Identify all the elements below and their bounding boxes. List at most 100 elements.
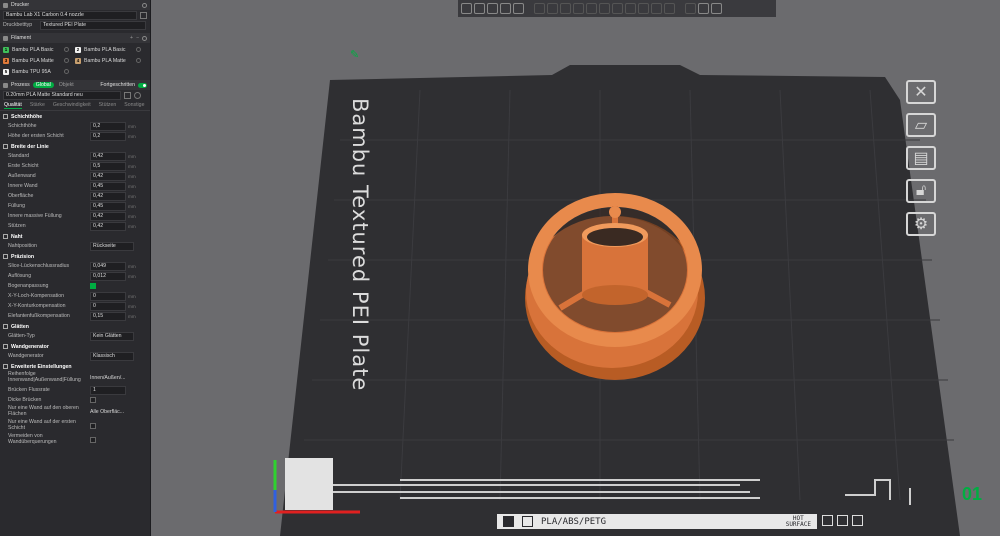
split-icon[interactable]: [513, 3, 524, 14]
cut-icon[interactable]: [586, 3, 597, 14]
scale-icon[interactable]: [573, 3, 584, 14]
tab-4[interactable]: Sonstige: [124, 102, 144, 108]
setting-select[interactable]: Klassisch: [90, 351, 134, 361]
setting-input[interactable]: 0,45: [90, 181, 126, 191]
settings-icon[interactable]: ⚙︎: [906, 212, 936, 236]
filament-settings-icon[interactable]: [136, 47, 141, 52]
setting-input[interactable]: 0,42: [90, 211, 126, 221]
avoid-crossing-checkbox[interactable]: [90, 437, 96, 443]
add-object-icon[interactable]: [461, 3, 472, 14]
setting-input[interactable]: 0,15: [90, 311, 126, 321]
tab-0[interactable]: Qualität: [4, 102, 22, 109]
setting-input[interactable]: 0: [90, 291, 126, 301]
setting-unit: mm: [128, 183, 136, 189]
setting-input[interactable]: 0,049: [90, 261, 126, 271]
tab-3[interactable]: Stützen: [99, 102, 117, 108]
lock-icon[interactable]: [698, 3, 709, 14]
remove-filament-button[interactable]: −: [136, 35, 139, 41]
filament-color-swatch[interactable]: 5: [3, 68, 9, 75]
lock-plate-icon[interactable]: [852, 515, 863, 526]
object-toggle[interactable]: Objekt: [57, 82, 76, 88]
global-toggle[interactable]: Global: [32, 82, 54, 88]
setting-row: Wandgenerator Klassisch: [0, 351, 150, 361]
setting-input[interactable]: 0: [90, 301, 126, 311]
seam-icon[interactable]: [612, 3, 623, 14]
setting-select[interactable]: Kein Glätten: [90, 331, 134, 341]
orient-icon[interactable]: [487, 3, 498, 14]
layers-icon[interactable]: [534, 3, 545, 14]
printer-section-header[interactable]: Drucker: [0, 0, 150, 10]
printer-edit-icon[interactable]: [140, 11, 147, 19]
arrange-plate-icon[interactable]: [837, 515, 848, 526]
setting-input[interactable]: 0,2: [90, 121, 126, 131]
setting-row: Vermeiden von Wandüberquerungen: [0, 433, 150, 447]
tab-2[interactable]: Geschwindigkeit: [53, 102, 91, 108]
arrange-icon[interactable]: [500, 3, 511, 14]
add-filament-button[interactable]: +: [130, 35, 133, 41]
setting-unit: mm: [128, 153, 136, 159]
filament-section-header[interactable]: Filament + −: [0, 33, 150, 43]
setting-input[interactable]: 0,42: [90, 191, 126, 201]
thick-bridges-checkbox[interactable]: [90, 397, 96, 403]
filament-color-swatch[interactable]: 2: [75, 46, 81, 53]
close-plate-icon[interactable]: ✕: [906, 80, 936, 104]
printer-settings-icon[interactable]: [142, 2, 147, 8]
setting-input[interactable]: 0,45: [90, 201, 126, 211]
process-preset-select[interactable]: 0.20mm PLA Matte Standard neu: [3, 90, 121, 100]
filament-name: Bambu TPU 95A: [12, 68, 51, 75]
setting-input[interactable]: 0,012: [90, 271, 126, 281]
filament-settings-icon[interactable]: [64, 69, 69, 74]
printer-select[interactable]: Bambu Lab X1 Carbon 0.4 nozzle: [3, 10, 138, 20]
setting-input[interactable]: 0,5: [90, 161, 126, 171]
setting-row: Glätten-Typ Kein Glätten: [0, 331, 150, 341]
filament-item[interactable]: 1 Bambu PLA Basic: [3, 45, 75, 54]
save-preset-icon[interactable]: [124, 91, 131, 99]
setting-row: Schichthöhe 0,2 mm: [0, 121, 150, 131]
filament-settings-icon[interactable]: [64, 58, 69, 63]
group-title: Naht: [11, 233, 23, 240]
advanced-toggle[interactable]: [138, 82, 147, 88]
filament-settings-icon[interactable]: [136, 58, 141, 63]
filament-settings-icon[interactable]: [142, 35, 147, 41]
more-icon[interactable]: [711, 3, 722, 14]
move-icon[interactable]: [547, 3, 558, 14]
setting-label: Elefantenfußkompensation: [8, 313, 70, 319]
filament-color-swatch[interactable]: 4: [75, 57, 81, 64]
lock-icon[interactable]: 🔓︎: [906, 179, 936, 203]
filament-item[interactable]: 5 Bambu TPU 95A: [3, 67, 75, 76]
cookie-cutter-model[interactable]: [528, 193, 702, 347]
arrange-icon[interactable]: ▤: [906, 146, 936, 170]
paint-icon[interactable]: [599, 3, 610, 14]
filament-item[interactable]: 4 Bambu PLA Matte: [75, 56, 147, 65]
measure-icon[interactable]: [651, 3, 662, 14]
setting-input[interactable]: 0,2: [90, 131, 126, 141]
setting-input[interactable]: 0,42: [90, 151, 126, 161]
filament-color-swatch[interactable]: 1: [3, 46, 9, 53]
setting-select[interactable]: Rückseite: [90, 241, 134, 251]
rotate-icon[interactable]: [560, 3, 571, 14]
auto-orient-icon[interactable]: ▱: [906, 113, 936, 137]
setting-checkbox[interactable]: [90, 283, 96, 289]
tab-1[interactable]: Stärke: [30, 102, 45, 108]
search-icon[interactable]: [134, 91, 141, 99]
filament-item[interactable]: 3 Bambu PLA Matte: [3, 56, 75, 65]
setting-row: Oberfläche 0,42 mm: [0, 191, 150, 201]
text-icon[interactable]: [638, 3, 649, 14]
filament-item[interactable]: 2 Bambu PLA Basic: [75, 45, 147, 54]
view-icon[interactable]: [685, 3, 696, 14]
one-wall-first-checkbox[interactable]: [90, 423, 96, 429]
setting-input[interactable]: 0,42: [90, 221, 126, 231]
bridge-flow-input[interactable]: 1: [90, 385, 126, 395]
delete-plate-icon[interactable]: [822, 515, 833, 526]
one-wall-top-select[interactable]: Alle Oberfläc...: [90, 409, 124, 415]
setting-input[interactable]: 0,42: [90, 171, 126, 181]
support-paint-icon[interactable]: [625, 3, 636, 14]
assembly-icon[interactable]: [664, 3, 675, 14]
process-icon: [3, 82, 8, 88]
filament-color-swatch[interactable]: 3: [3, 57, 9, 64]
plate-type-select[interactable]: Textured PEI Plate: [40, 20, 146, 30]
wall-order-select[interactable]: Innen/Außen/...: [90, 375, 125, 381]
add-plate-icon[interactable]: [474, 3, 485, 14]
build-plate-view[interactable]: Bambu Textured PEI Plate: [260, 60, 960, 536]
filament-settings-icon[interactable]: [64, 47, 69, 52]
